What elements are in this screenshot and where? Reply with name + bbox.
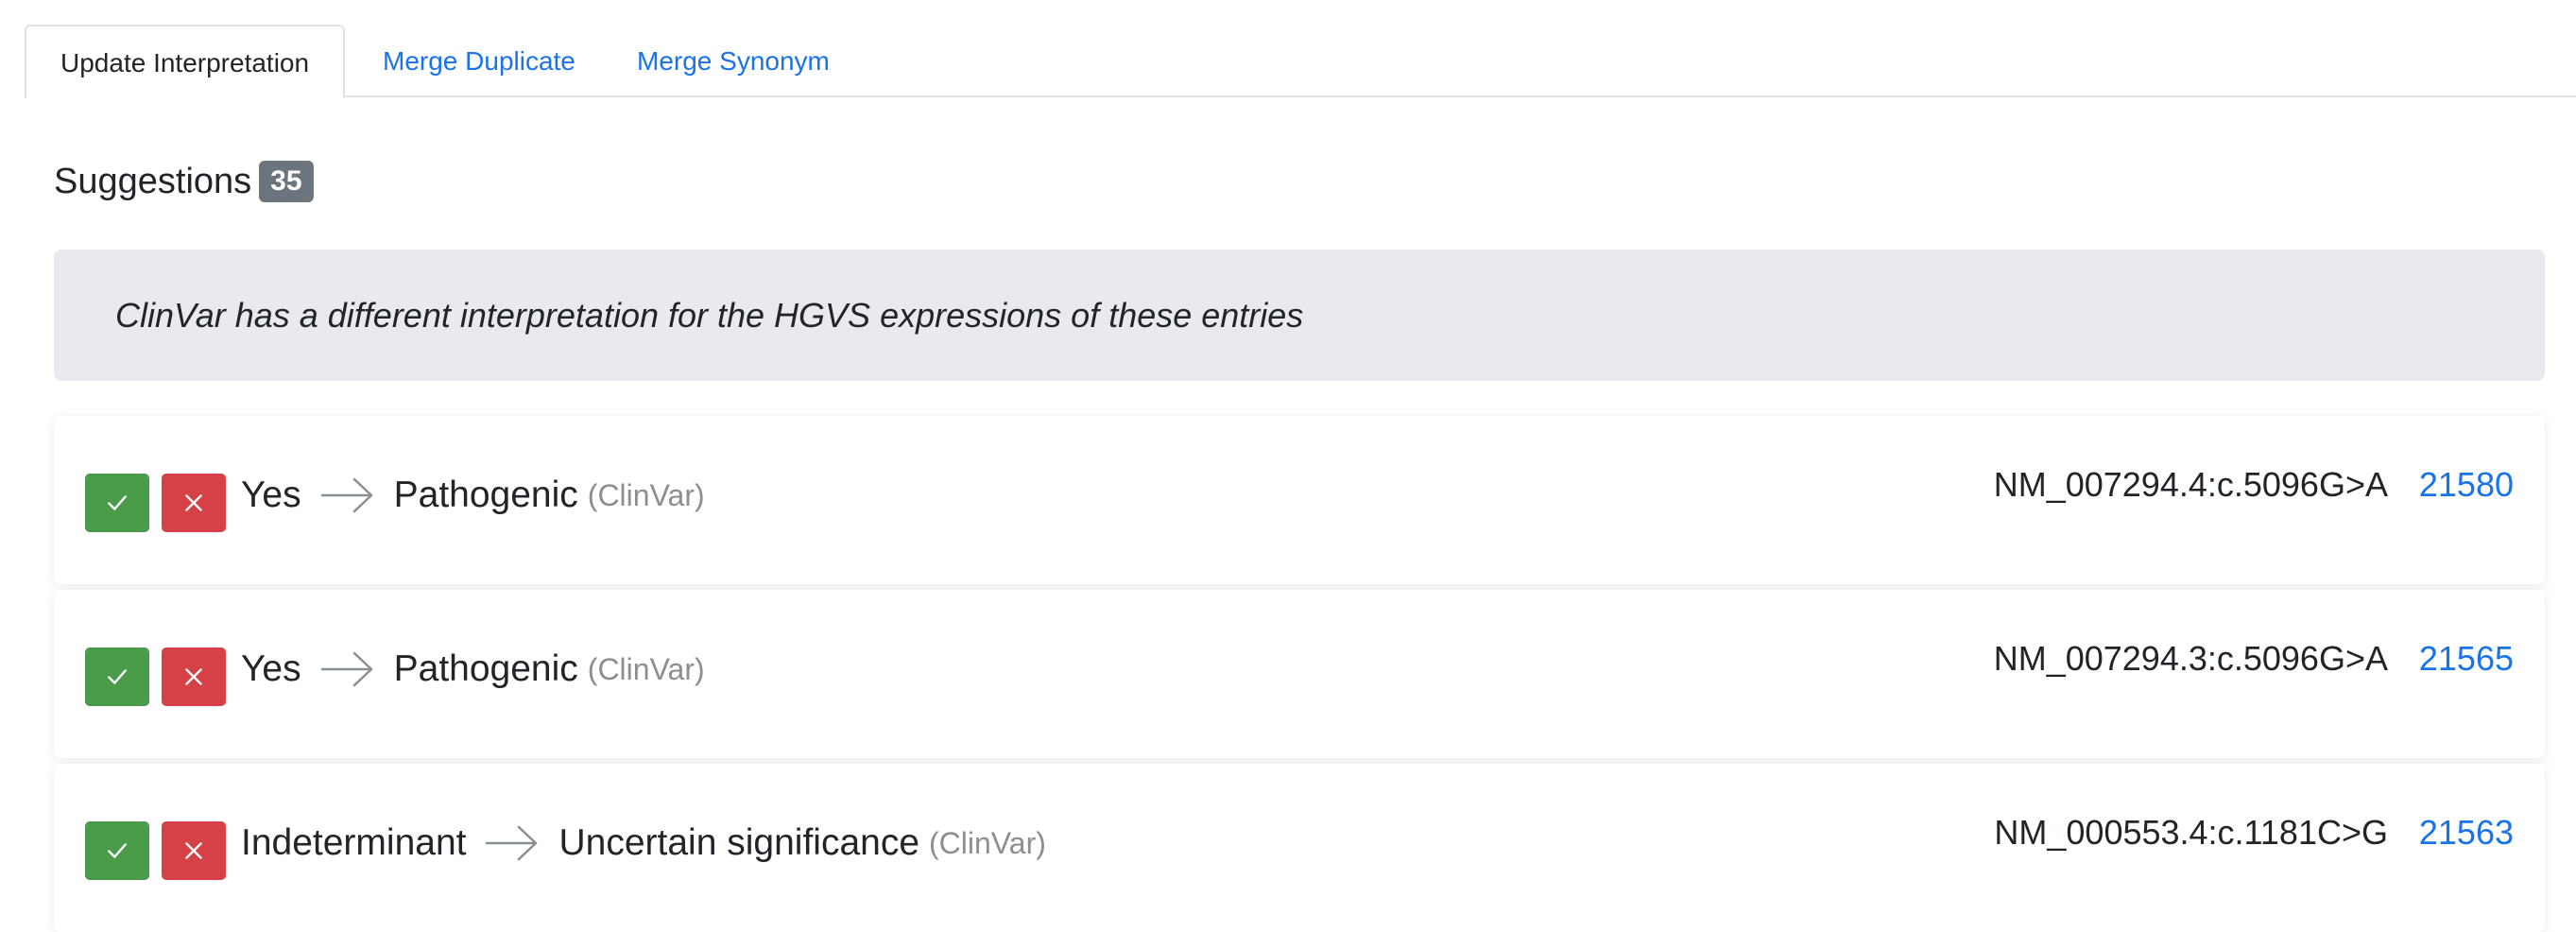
hgvs-expression: NM_007294.3:c.5096G>A xyxy=(1993,639,2388,678)
suggested-interpretation: Uncertain significance xyxy=(558,822,920,863)
hgvs-expression: NM_007294.4:c.5096G>A xyxy=(1993,465,2388,504)
reject-button[interactable] xyxy=(162,821,226,880)
accept-button[interactable] xyxy=(85,647,149,706)
check-icon xyxy=(108,495,127,510)
close-icon xyxy=(185,842,202,859)
info-message: ClinVar has a different interpretation f… xyxy=(54,250,2545,381)
interpretation-source: (ClinVar) xyxy=(929,825,1046,860)
interpretation-change: Indeterminant Uncertain significance (Cl… xyxy=(241,814,1046,872)
arrow-right-icon xyxy=(320,650,375,688)
reject-button[interactable] xyxy=(162,647,226,706)
interpretation-source: (ClinVar) xyxy=(587,651,705,686)
suggested-interpretation: Pathogenic xyxy=(393,475,578,515)
suggestion-card: Indeterminant Uncertain significance (Cl… xyxy=(54,764,2545,932)
close-icon xyxy=(185,668,202,685)
accept-button[interactable] xyxy=(85,474,149,532)
current-interpretation: Indeterminant xyxy=(241,822,467,863)
check-icon xyxy=(108,843,127,858)
suggestions-header: Suggestions 35 xyxy=(54,157,314,206)
entry-id-link[interactable]: 21563 xyxy=(2419,813,2514,853)
interpretation-change: Yes Pathogenic (ClinVar) xyxy=(241,640,705,699)
arrow-right-icon xyxy=(320,476,375,514)
suggested-interpretation: Pathogenic xyxy=(393,648,578,689)
interpretation-source: (ClinVar) xyxy=(587,477,705,512)
suggestion-card: Yes Pathogenic (ClinVar) NM_007294.4:c.5… xyxy=(54,416,2545,584)
tab-update-interpretation[interactable]: Update Interpretation xyxy=(25,25,346,99)
entry-id-link[interactable]: 21565 xyxy=(2419,639,2514,679)
tab-bar: Update Interpretation Merge Duplicate Me… xyxy=(25,25,2576,99)
check-icon xyxy=(108,669,127,684)
suggestion-card: Yes Pathogenic (ClinVar) NM_007294.3:c.5… xyxy=(54,590,2545,758)
hgvs-expression: NM_000553.4:c.1181C>G xyxy=(1994,813,2388,852)
suggestions-count-badge: 35 xyxy=(259,161,314,202)
current-interpretation: Yes xyxy=(241,648,301,689)
close-icon xyxy=(185,494,202,511)
reject-button[interactable] xyxy=(162,474,226,532)
tab-merge-synonym[interactable]: Merge Synonym xyxy=(603,25,864,97)
tab-merge-duplicate[interactable]: Merge Duplicate xyxy=(349,25,610,97)
accept-button[interactable] xyxy=(85,821,149,880)
suggestions-title: Suggestions xyxy=(54,161,252,201)
interpretation-change: Yes Pathogenic (ClinVar) xyxy=(241,466,705,525)
current-interpretation: Yes xyxy=(241,475,301,515)
entry-id-link[interactable]: 21580 xyxy=(2419,465,2514,505)
arrow-right-icon xyxy=(485,824,540,862)
